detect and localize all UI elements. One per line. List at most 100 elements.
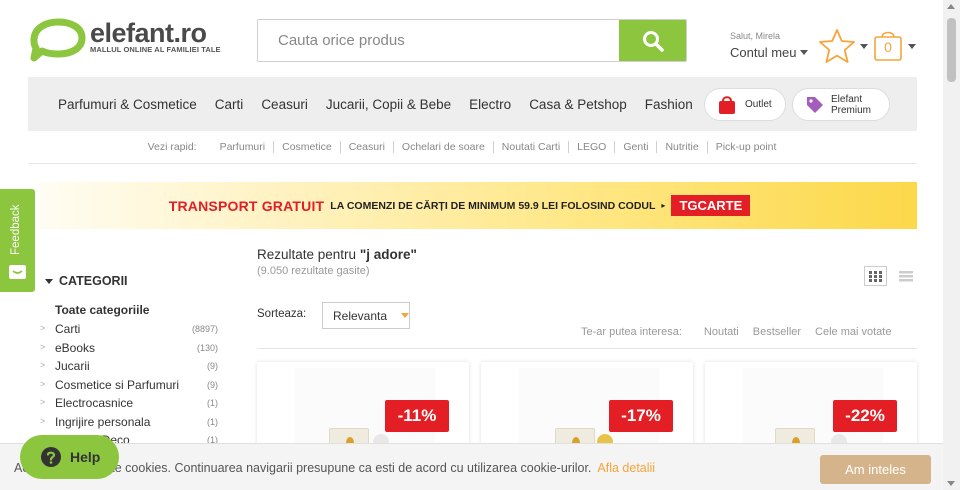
tag-icon: [807, 96, 823, 113]
quick-link-ochelari[interactable]: Ochelari de soare: [394, 141, 494, 153]
star-icon: [819, 29, 855, 63]
grid-view-button[interactable]: [864, 266, 887, 286]
results-title: Rezultate pentru "j adore": [257, 247, 417, 262]
search-input[interactable]: [258, 20, 620, 61]
promo-banner[interactable]: TRANSPORT GRATUIT LA COMENZI DE CĂRȚI DE…: [40, 182, 917, 229]
category-name: eBooks: [55, 340, 96, 355]
premium-button[interactable]: Elefant Premium: [792, 88, 890, 121]
outlet-button[interactable]: Outlet: [704, 88, 786, 121]
scroll-up-icon[interactable]: [947, 4, 955, 9]
category-item[interactable]: > Cosmetice si Parfumuri (9): [40, 376, 218, 395]
category-item[interactable]: > Carti (8897): [40, 320, 218, 339]
chevron-right-icon: >: [40, 323, 46, 333]
quick-link-cosmetice[interactable]: Cosmetice: [274, 141, 341, 153]
nav-item-parfumuri[interactable]: Parfumuri & Cosmetice: [58, 97, 197, 112]
cart-icon: 0: [873, 30, 903, 62]
quick-link-nutritie[interactable]: Nutritie: [657, 141, 708, 153]
search-button[interactable]: [619, 20, 686, 61]
category-count: (1): [207, 416, 218, 427]
chevron-right-icon: >: [40, 341, 46, 352]
chevron-right-icon: >: [40, 397, 46, 407]
categories-header[interactable]: CATEGORII: [45, 274, 128, 288]
banner-headline: TRANSPORT GRATUIT: [168, 197, 325, 214]
interest-label: Te-ar putea interesa:: [581, 326, 682, 338]
outlet-label: Outlet: [745, 99, 772, 110]
sort-label: Sorteaza:: [257, 308, 307, 320]
account-menu[interactable]: Contul meu: [730, 45, 809, 60]
user-greeting: Salut, Mirela: [730, 31, 781, 41]
nav-item-casa[interactable]: Casa & Petshop: [529, 97, 627, 112]
interest-filters: Te-ar putea interesa: Noutati Bestseller…: [581, 326, 905, 338]
question-icon: [41, 447, 61, 467]
quick-links: Vezi rapid: Parfumuri Cosmetice Ceasuri …: [0, 141, 960, 153]
list-icon: [898, 270, 913, 281]
chevron-right-icon: >: [40, 360, 46, 370]
quick-link-noutati-carti[interactable]: Noutati Carti: [494, 141, 570, 153]
discount-badge: -11%: [385, 400, 449, 432]
chevron-down-icon: [401, 313, 410, 318]
quick-link-parfumuri[interactable]: Parfumuri: [212, 141, 275, 153]
help-button[interactable]: Help: [20, 435, 119, 479]
quick-link-ceasuri[interactable]: Ceasuri: [341, 141, 394, 153]
cookie-details-link[interactable]: Afla detalii: [597, 461, 655, 475]
nav-item-fashion[interactable]: Fashion: [645, 97, 693, 112]
category-item[interactable]: > Jucarii (9): [40, 357, 218, 376]
chevron-right-icon: >: [40, 415, 46, 426]
categories-title: CATEGORII: [59, 274, 128, 288]
feedback-tab[interactable]: Feedback: [0, 189, 35, 292]
search-bar: [257, 19, 687, 62]
nav-item-jucarii[interactable]: Jucarii, Copii & Bebe: [326, 97, 451, 112]
filter-bestseller[interactable]: Bestseller: [753, 326, 801, 338]
results-query: "j adore": [359, 247, 417, 262]
nav-item-electro[interactable]: Electro: [469, 97, 511, 112]
filter-noutati[interactable]: Noutati: [704, 326, 739, 338]
category-all[interactable]: Toate categoriile: [55, 303, 149, 317]
main-nav: Parfumuri & Cosmetice Carti Ceasuri Juca…: [28, 77, 917, 131]
chevron-down-icon: [45, 278, 53, 284]
quick-link-genti[interactable]: Genti: [615, 141, 658, 153]
site-logo[interactable]: elefant.ro MALLUL ONLINE AL FAMILIEI TAL…: [28, 18, 238, 62]
nav-item-carti[interactable]: Carti: [215, 97, 244, 112]
category-count: (9): [207, 379, 218, 390]
sort-select[interactable]: Relevanta: [322, 302, 410, 329]
quick-link-lego[interactable]: LEGO: [569, 141, 616, 153]
filter-cele-mai-votate[interactable]: Cele mai votate: [815, 326, 891, 338]
cookie-bar: Acest site foloseste cookies. Continuare…: [0, 443, 943, 490]
cart-count: 0: [884, 39, 892, 55]
promo-code: TGCARTE: [671, 195, 751, 216]
category-name: Ingrijire personala: [55, 414, 151, 429]
category-count: (8897): [191, 324, 218, 334]
discount-badge: -17%: [609, 400, 673, 432]
cookie-accept-button[interactable]: Am inteles: [820, 455, 931, 484]
category-item[interactable]: > Ingrijire personala (1): [40, 413, 218, 432]
arrow-right-icon: ▸: [661, 201, 666, 210]
list-view-button[interactable]: [894, 266, 917, 286]
divider: [28, 163, 917, 164]
category-list: > Carti (8897) > eBooks (130) > Jucarii …: [40, 320, 218, 450]
results-count: (9.050 rezultate gasite): [257, 265, 370, 277]
grid-icon: [869, 270, 882, 282]
nav-item-ceasuri[interactable]: Ceasuri: [261, 97, 308, 112]
chevron-down-icon: [860, 43, 868, 49]
elefant-logo-icon: [30, 18, 86, 62]
account-label: Contul meu: [730, 45, 797, 60]
category-item[interactable]: > eBooks (130): [40, 339, 218, 358]
category-count: (130): [196, 342, 218, 353]
wishlist-button[interactable]: [818, 28, 868, 64]
chevron-right-icon: >: [40, 378, 46, 389]
logo-tagline: MALLUL ONLINE AL FAMILIEI TALE: [90, 45, 221, 54]
cart-button[interactable]: 0: [873, 30, 916, 62]
category-name: Electrocasnice: [55, 396, 134, 410]
scrollbar-thumb[interactable]: [947, 18, 956, 82]
scroll-down-icon[interactable]: [947, 481, 955, 486]
quick-links-label: Vezi rapid:: [147, 141, 197, 153]
results-prefix: Rezultate pentru: [257, 247, 357, 262]
category-name: Cosmetice si Parfumuri: [55, 377, 180, 392]
discount-badge: -22%: [833, 400, 897, 432]
category-item[interactable]: > Electrocasnice (1): [40, 394, 218, 413]
quick-link-pickup[interactable]: Pick-up point: [708, 141, 785, 153]
banner-text: LA COMENZI DE CĂRȚI DE MINIMUM 59.9 LEI …: [330, 199, 656, 212]
premium-label: Elefant Premium: [831, 94, 871, 116]
page-scrollbar[interactable]: [943, 0, 960, 490]
category-count: (1): [207, 398, 218, 408]
